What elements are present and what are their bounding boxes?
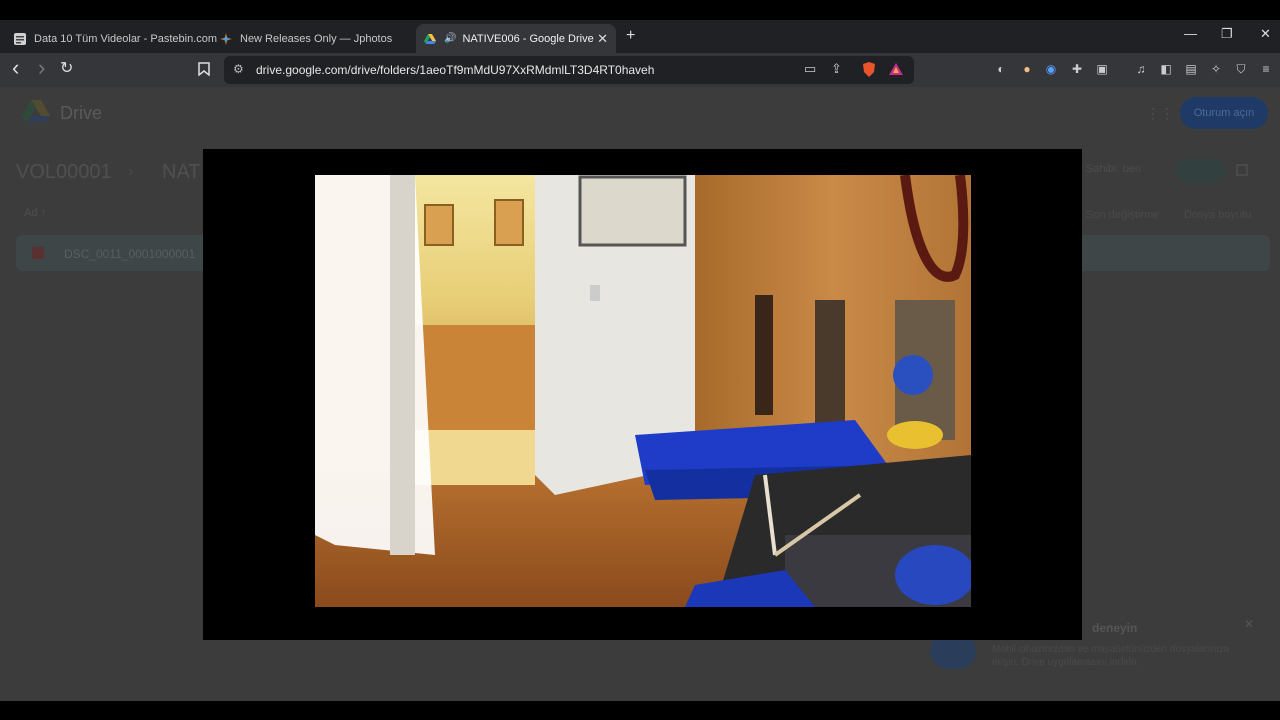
jphotos-icon [220,32,232,45]
signin-button[interactable]: Oturum açın [1180,97,1268,129]
reload-icon[interactable]: ↻ [60,61,73,77]
close-tab-icon[interactable]: ✕ [597,31,608,47]
tab-jphotos[interactable]: New Releases Only — Jphotos [212,24,408,53]
column-modified-header[interactable]: Son değiştirme [1086,209,1159,221]
forward-icon[interactable]: › [38,57,45,79]
column-size-header[interactable]: Dosya boyutu [1184,209,1251,221]
extension-icon[interactable]: ◐ [994,62,1008,76]
url-text: drive.google.com/drive/folders/1aeoTf9mM… [256,63,655,77]
new-tab-button[interactable]: + [626,27,635,45]
tab-title: NATIVE006 - Google Drive [462,32,594,45]
drive-logo-icon [22,99,50,123]
pastebin-icon [14,32,26,45]
tab-strip: Data 10 Tüm Videolar - Pastebin.com New … [0,20,1280,53]
back-icon[interactable]: ‹ [12,57,19,79]
bookmark-icon[interactable] [198,62,210,80]
brave-rewards-icon[interactable] [889,63,903,78]
google-drive-icon [424,33,436,45]
tab-google-drive[interactable]: 🔊 NATIVE006 - Google Drive ✕ [416,24,616,53]
tab-pastebin[interactable]: Data 10 Tüm Videolar - Pastebin.com [6,24,217,53]
tab-title: New Releases Only — Jphotos [240,32,393,45]
browser-toolbar: ‹ › ↻ ⚙ drive.google.com/drive/folders/1… [0,53,1280,87]
column-name-header[interactable]: Ad ↑ [24,207,46,219]
extension-egg-icon[interactable]: ● [1020,62,1034,76]
tab-title: Data 10 Tüm Videolar - Pastebin.com [34,32,218,45]
promo-close-icon[interactable]: ✕ [1244,617,1254,631]
extension-audio-icon[interactable]: ◉ [1044,62,1058,76]
maximize-icon[interactable]: ❐ [1221,26,1233,42]
share-icon[interactable]: ⇪ [831,61,842,77]
promo-title: deneyin [1092,621,1138,635]
video-file-icon [32,247,44,259]
video-frame[interactable] [315,175,971,607]
extensions-puzzle-icon[interactable]: ✚ [1070,62,1084,76]
wallet-icon[interactable]: ▤ [1184,62,1198,76]
file-name: DSC_0011_0001000001 [64,247,196,261]
apps-grid-icon[interactable]: ⋮⋮ [1146,105,1174,121]
drive-app-name: Drive [60,103,103,123]
breadcrumb-separator-icon: › [128,163,134,180]
promo-body: Mobil cihazınızdan ve masaüstünüzden dos… [992,644,1230,668]
screen: Data 10 Tüm Videolar - Pastebin.com New … [0,0,1280,720]
leo-ai-icon[interactable]: ✧ [1209,62,1223,76]
grid-view-icon[interactable] [1236,164,1248,176]
owner-filter[interactable]: Sahibi: ben [1086,163,1141,175]
media-controls-icon[interactable]: ♫ [1134,62,1148,76]
screenshot-icon[interactable]: ▣ [1095,62,1109,76]
sidebar-icon[interactable]: ◧ [1159,62,1173,76]
bottom-letterbox [0,701,1280,720]
close-window-icon[interactable]: ✕ [1260,26,1271,42]
address-bar[interactable]: ⚙ drive.google.com/drive/folders/1aeoTf9… [224,56,914,84]
list-view-toggle[interactable] [1176,159,1226,183]
speaker-icon[interactable]: 🔊 [444,33,456,44]
breadcrumb-root[interactable]: VOL00001 [16,161,112,184]
brave-shields-icon[interactable] [862,62,876,80]
site-info-icon[interactable]: ⚙ [233,62,244,76]
breadcrumb-current[interactable]: NAT [162,161,201,184]
cast-icon[interactable]: ▭ [804,61,816,77]
menu-icon[interactable]: ≡ [1259,62,1273,76]
video-player-overlay[interactable] [203,149,1082,640]
top-letterbox [0,0,1280,20]
vpn-icon[interactable]: ⛉ [1234,62,1248,76]
minimize-icon[interactable]: — [1184,26,1197,41]
